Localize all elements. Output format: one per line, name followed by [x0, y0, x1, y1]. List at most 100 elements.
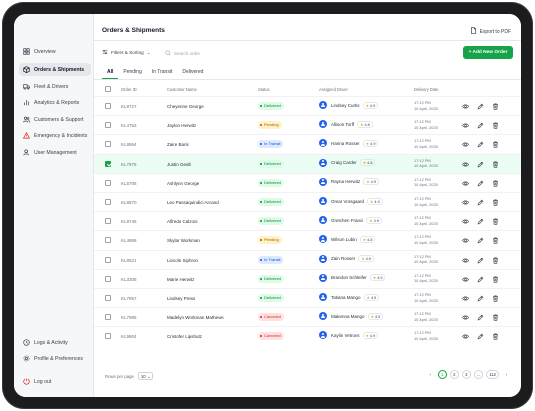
table-row[interactable]: KL4888 Skylar Workman Pending Wilson Lubin ★…: [94, 230, 521, 249]
view-icon[interactable]: [462, 295, 469, 302]
delete-icon[interactable]: [492, 122, 499, 129]
delete-icon[interactable]: [492, 180, 499, 187]
row-checkbox[interactable]: [105, 275, 111, 282]
sidebar-item-label: Log out: [34, 378, 52, 385]
table-row[interactable]: KL3308 Marie Herwitz Delivered Brandon Schl…: [94, 268, 521, 288]
view-icon[interactable]: [462, 218, 469, 225]
table-row[interactable]: KL7985 Madelyn Workman Mathews Canceled Mak…: [94, 307, 521, 326]
status-badge: Delivered: [258, 217, 284, 226]
tab-delivered[interactable]: Delivered: [177, 67, 208, 79]
tab-in-transit[interactable]: In Transit: [147, 67, 178, 79]
page-button[interactable]: 1: [437, 370, 447, 379]
row-checkbox[interactable]: [105, 333, 111, 340]
table-row[interactable]: KL4753 Jaylon Herwitz Pending Allison Torff…: [94, 115, 521, 134]
next-page-button[interactable]: ›: [502, 370, 511, 379]
page-button[interactable]: 2: [449, 370, 459, 379]
prev-page-button[interactable]: ‹: [426, 370, 435, 379]
filters-button[interactable]: Filters & Sorting ⌄: [102, 49, 150, 56]
avatar: [319, 254, 327, 263]
sidebar-item-profile[interactable]: Profile & Preferences: [19, 352, 91, 365]
row-checkbox[interactable]: [105, 237, 111, 244]
star-icon: ★: [370, 199, 374, 204]
row-checkbox[interactable]: [105, 256, 111, 263]
add-new-order-button[interactable]: + Add New Order: [463, 46, 513, 59]
table-row[interactable]: KL7976 Justin Geidt Delivered Craig Carder ★…: [94, 153, 521, 173]
sidebar-item-users[interactable]: User Management: [19, 146, 91, 159]
delete-icon[interactable]: [492, 276, 499, 283]
edit-icon[interactable]: [477, 180, 484, 187]
sidebar-item-analytics[interactable]: Analytics & Reports: [19, 96, 91, 109]
settings-icon: [23, 355, 30, 362]
edit-icon[interactable]: [477, 122, 484, 129]
delete-icon[interactable]: [492, 257, 499, 264]
edit-icon[interactable]: [477, 237, 484, 244]
delete-icon[interactable]: [492, 103, 499, 110]
col-status: Status: [258, 87, 270, 92]
delete-icon[interactable]: [492, 161, 499, 168]
view-icon[interactable]: [462, 314, 469, 321]
edit-icon[interactable]: [477, 218, 484, 225]
row-checkbox[interactable]: [105, 314, 111, 321]
delete-icon[interactable]: [492, 218, 499, 225]
delete-icon[interactable]: [492, 333, 499, 341]
edit-icon[interactable]: [477, 103, 484, 110]
edit-icon[interactable]: [477, 333, 484, 340]
edit-icon[interactable]: [477, 314, 484, 321]
view-icon[interactable]: [462, 141, 469, 148]
page-button[interactable]: 3: [461, 370, 471, 379]
row-checkbox[interactable]: [105, 295, 111, 301]
delete-icon[interactable]: [492, 295, 499, 302]
tab-all[interactable]: All: [102, 67, 119, 79]
row-checkbox[interactable]: [105, 199, 111, 205]
select-all-checkbox[interactable]: [105, 86, 111, 92]
delete-icon[interactable]: [492, 199, 499, 206]
row-checkbox[interactable]: [105, 218, 111, 225]
sidebar-item-emergency[interactable]: Emergency & Incidents: [19, 129, 91, 142]
rows-per-page-select[interactable]: 10 ⌄: [137, 372, 154, 380]
status-tabs: All Pending In Transit Delivered: [102, 67, 208, 79]
star-icon: ★: [362, 161, 367, 166]
view-icon[interactable]: [462, 257, 469, 264]
logout-button[interactable]: Log out: [19, 375, 91, 388]
row-checkbox[interactable]: [105, 160, 111, 167]
edit-icon[interactable]: [477, 161, 484, 168]
table-row[interactable]: KL9904 Cristofer Lipshutz Canceled Kaylin V…: [94, 326, 521, 345]
view-icon[interactable]: [462, 333, 469, 340]
view-icon[interactable]: [462, 199, 469, 206]
view-icon[interactable]: [462, 237, 469, 244]
export-pdf-button[interactable]: Export to PDF: [470, 27, 511, 36]
table-row[interactable]: KL9521 Lincoln Siphron In Transit Zain Ross…: [94, 249, 521, 269]
view-icon[interactable]: [462, 103, 469, 110]
row-checkbox[interactable]: [105, 103, 111, 109]
view-icon[interactable]: [462, 122, 469, 129]
edit-icon[interactable]: [477, 141, 484, 148]
sidebar-item-fleet[interactable]: Fleet & Drivers: [19, 80, 91, 93]
sidebar-item-logs[interactable]: Logs & Activity: [19, 336, 91, 349]
row-checkbox[interactable]: [105, 179, 111, 186]
edit-icon[interactable]: [477, 257, 484, 264]
edit-icon[interactable]: [477, 199, 484, 206]
delete-icon[interactable]: [492, 314, 499, 321]
edit-icon[interactable]: [477, 276, 484, 283]
view-icon[interactable]: [462, 161, 469, 168]
table-row[interactable]: KL8870 Leo Passaquindici Arcand Delivered O…: [94, 192, 521, 211]
table-row[interactable]: KL5706 Ashlynn George Delivered Rayna Herwi…: [94, 172, 521, 192]
view-icon[interactable]: [462, 180, 469, 187]
sidebar-item-orders[interactable]: Orders & Shipments: [19, 63, 91, 76]
delete-icon[interactable]: [492, 237, 499, 245]
sidebar-item-customers[interactable]: Customers & Support: [19, 113, 91, 126]
search-icon: [165, 49, 174, 57]
edit-icon[interactable]: [477, 295, 484, 302]
row-checkbox[interactable]: [105, 141, 111, 148]
search-input[interactable]: Search order: [165, 48, 296, 58]
delete-icon[interactable]: [492, 141, 499, 149]
sidebar-item-overview[interactable]: Overview: [19, 45, 91, 58]
table-row[interactable]: KL7957 Lindsey Press Delivered Tatiana Mang…: [94, 288, 521, 307]
table-row[interactable]: KL9727 Cheyenne George Delivered Lindsey Cu…: [94, 96, 521, 115]
row-checkbox[interactable]: [105, 122, 111, 129]
tab-pending[interactable]: Pending: [118, 67, 146, 79]
view-icon[interactable]: [462, 276, 469, 283]
table-row[interactable]: KL8864 Zaire Baris In Transit Hanna Rosser ★…: [94, 134, 521, 153]
page-button[interactable]: 112: [486, 370, 499, 379]
table-row[interactable]: KL9746 Alfredo Calzoni Delivered Gretchen F…: [94, 211, 521, 230]
